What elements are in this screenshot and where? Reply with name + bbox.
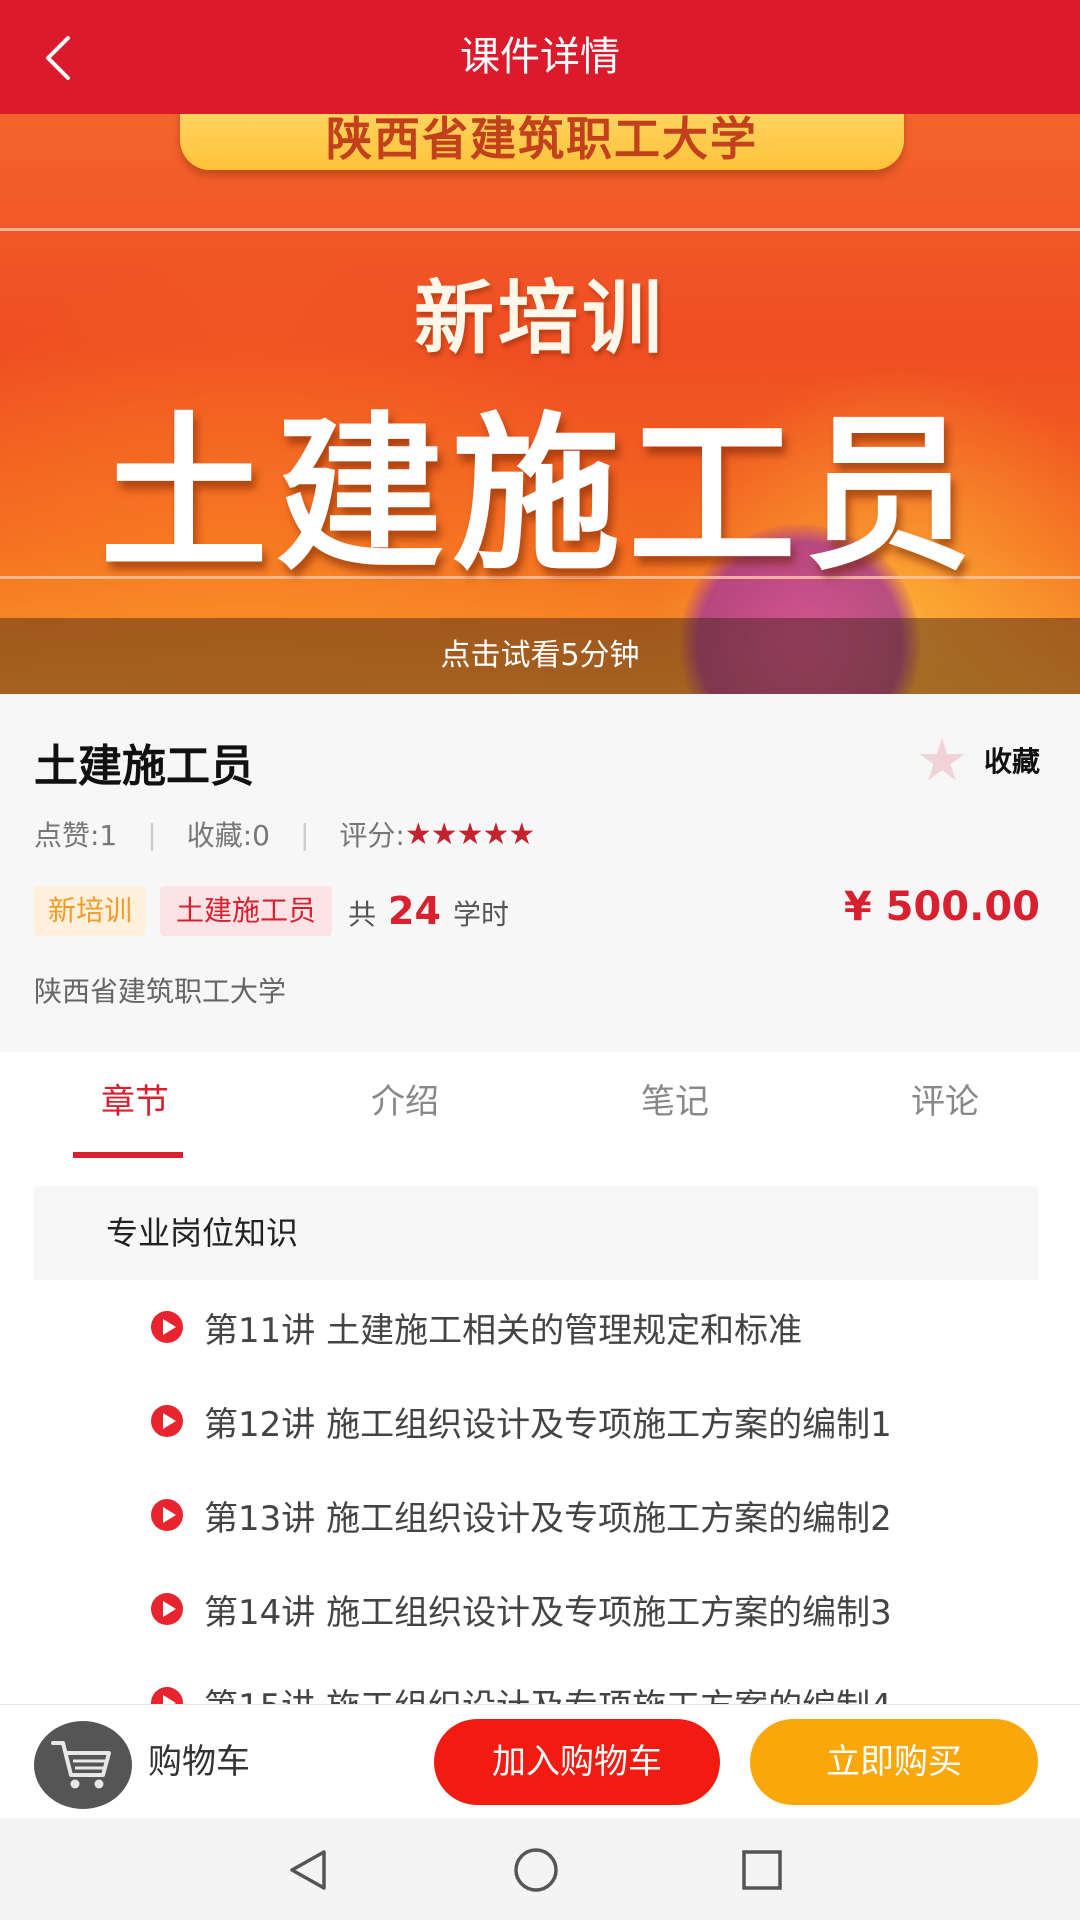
course-tags: 新培训 土建施工员 共 24 学时 bbox=[34, 886, 509, 936]
favorite-button[interactable]: ★ 收藏 bbox=[916, 730, 1040, 790]
chapter-header[interactable]: 专业岗位知识 bbox=[34, 1186, 1038, 1280]
lesson-title: 第12讲 施工组织设计及专项施工方案的编制1 bbox=[204, 1404, 892, 1445]
nav-recents-button[interactable] bbox=[734, 1844, 790, 1896]
detail-tabs: 章节 介绍 笔记 评论 bbox=[0, 1052, 1080, 1158]
tab-label: 评论 bbox=[911, 1082, 979, 1122]
nav-home-button[interactable] bbox=[508, 1844, 564, 1896]
tab-label: 笔记 bbox=[641, 1082, 709, 1122]
tab-label: 介绍 bbox=[371, 1082, 439, 1122]
circle-home-icon bbox=[514, 1848, 558, 1892]
course-title: 土建施工员 bbox=[34, 741, 254, 792]
tab-label: 章节 bbox=[101, 1082, 169, 1122]
banner-divider bbox=[0, 228, 1080, 231]
play-icon bbox=[151, 1593, 183, 1625]
stats-divider: | bbox=[299, 817, 310, 851]
collects-count: 收藏:0 bbox=[186, 819, 270, 852]
likes-count: 点赞:1 bbox=[34, 819, 118, 852]
stats-divider: | bbox=[147, 817, 157, 851]
tag-category: 土建施工员 bbox=[160, 886, 333, 936]
lesson-item[interactable]: 第14讲 施工组织设计及专项施工方案的编制3 bbox=[150, 1562, 892, 1656]
cart-button[interactable] bbox=[34, 1721, 132, 1809]
hours-value: 24 bbox=[388, 889, 441, 933]
hours-unit: 学时 bbox=[452, 898, 509, 931]
play-icon bbox=[151, 1405, 183, 1437]
banner-main-title: 土建施工员 bbox=[100, 397, 980, 593]
lesson-item[interactable]: 第11讲 土建施工相关的管理规定和标准 bbox=[150, 1280, 802, 1374]
play-icon bbox=[151, 1687, 183, 1704]
system-nav-bar bbox=[0, 1818, 1080, 1920]
course-stats: 点赞:1 | 收藏:0 | 评分: ★★★★★ bbox=[34, 814, 535, 854]
star-icon: ★ bbox=[915, 726, 968, 794]
tab-notes[interactable]: 笔记 bbox=[540, 1052, 810, 1152]
lesson-title: 第14讲 施工组织设计及专项施工方案的编制3 bbox=[204, 1592, 892, 1633]
rating-stars: ★★★★★ bbox=[404, 816, 535, 852]
rating-label: 评分: bbox=[339, 819, 405, 852]
course-hours: 共 24 学时 bbox=[348, 889, 509, 933]
tab-chapters[interactable]: 章节 bbox=[0, 1052, 270, 1158]
tag-new-training: 新培训 bbox=[34, 886, 147, 936]
nav-back-button[interactable] bbox=[280, 1844, 336, 1896]
shopping-cart-icon bbox=[51, 1741, 111, 1789]
lesson-title: 第15讲 施工组织设计及专项施工方案的编制4 bbox=[204, 1679, 892, 1705]
hours-prefix: 共 bbox=[348, 898, 377, 931]
course-price: ¥ 500.00 bbox=[843, 884, 1040, 930]
play-icon bbox=[151, 1499, 183, 1531]
bottom-action-bar: 购物车 加入购物车 立即购买 bbox=[0, 1704, 1080, 1819]
course-school: 陕西省建筑职工大学 bbox=[34, 975, 287, 1008]
tab-comments[interactable]: 评论 bbox=[810, 1052, 1080, 1152]
banner-subtitle: 新培训 bbox=[414, 272, 666, 365]
lesson-title: 第11讲 土建施工相关的管理规定和标准 bbox=[204, 1310, 803, 1351]
lesson-title: 第13讲 施工组织设计及专项施工方案的编制2 bbox=[204, 1498, 892, 1539]
tab-intro[interactable]: 介绍 bbox=[270, 1052, 540, 1152]
lesson-item[interactable]: 第13讲 施工组织设计及专项施工方案的编制2 bbox=[150, 1468, 892, 1562]
add-to-cart-button[interactable]: 加入购物车 bbox=[434, 1719, 720, 1805]
lesson-list: 第11讲 土建施工相关的管理规定和标准 第12讲 施工组织设计及专项施工方案的编… bbox=[0, 1280, 1080, 1704]
course-info: 土建施工员 ★ 收藏 点赞:1 | 收藏:0 | 评分: ★★★★★ 新培训 土… bbox=[0, 694, 1080, 1052]
page-title: 课件详情 bbox=[460, 34, 620, 80]
play-icon bbox=[151, 1311, 183, 1343]
active-tab-indicator bbox=[73, 1152, 183, 1158]
lesson-item[interactable]: 第15讲 施工组织设计及专项施工方案的编制4 bbox=[150, 1656, 892, 1704]
favorite-label: 收藏 bbox=[983, 745, 1040, 778]
banner-school-pill: 陕西省建筑职工大学 bbox=[180, 114, 904, 170]
triangle-back-icon bbox=[290, 1850, 326, 1890]
square-recents-icon bbox=[742, 1850, 782, 1890]
cart-label[interactable]: 购物车 bbox=[148, 1705, 250, 1819]
app-header: 课件详情 bbox=[0, 0, 1080, 114]
trial-preview-button[interactable]: 点击试看5分钟 bbox=[0, 618, 1080, 694]
lesson-item[interactable]: 第12讲 施工组织设计及专项施工方案的编制1 bbox=[150, 1374, 892, 1468]
buy-now-button[interactable]: 立即购买 bbox=[750, 1719, 1038, 1805]
course-banner[interactable]: 陕西省建筑职工大学 新培训 土建施工员 点击试看5分钟 bbox=[0, 114, 1080, 694]
